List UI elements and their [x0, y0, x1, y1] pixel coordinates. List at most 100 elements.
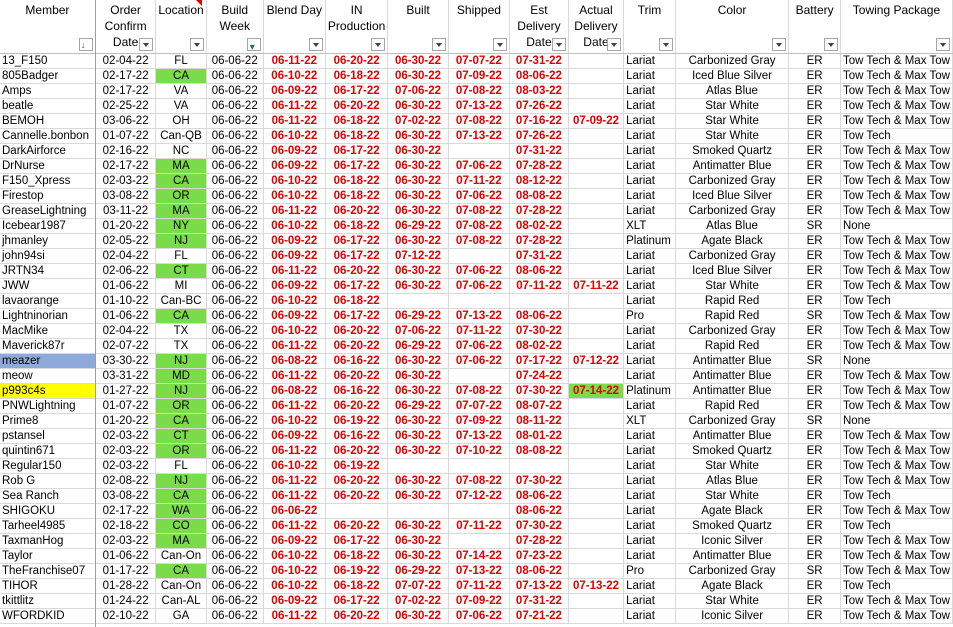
cell-color[interactable]: Carbonized Gray: [675, 203, 790, 219]
cell-location[interactable]: OR: [155, 188, 207, 204]
cell-blend-day[interactable]: 06-11-22: [263, 398, 326, 414]
cell-location[interactable]: Can-QB: [155, 128, 207, 144]
cell-towing-package[interactable]: None: [840, 218, 953, 234]
cell-towing-package[interactable]: Tow Tech & Max Tow: [840, 593, 953, 609]
cell-actual-delivery-date[interactable]: [568, 488, 625, 504]
cell-blend-day[interactable]: 06-08-22: [263, 353, 326, 369]
cell-blend-day[interactable]: 06-11-22: [263, 488, 326, 504]
cell-member[interactable]: meow: [0, 368, 96, 384]
cell-shipped[interactable]: 07-14-22: [448, 548, 511, 564]
cell-member[interactable]: Regular150: [0, 458, 96, 474]
cell-battery[interactable]: ER: [788, 68, 841, 84]
cell-blend-day[interactable]: 06-10-22: [263, 323, 326, 339]
cell-build-week[interactable]: 06-06-22: [206, 473, 264, 489]
cell-battery[interactable]: ER: [788, 248, 841, 264]
cell-build-week[interactable]: 06-06-22: [206, 83, 264, 99]
cell-battery[interactable]: ER: [788, 428, 841, 444]
cell-trim[interactable]: Lariat: [623, 428, 676, 444]
cell-actual-delivery-date[interactable]: [568, 533, 625, 549]
cell-battery[interactable]: SR: [788, 563, 841, 579]
cell-member[interactable]: Sea Ranch: [0, 488, 96, 504]
cell-shipped[interactable]: 07-08-22: [448, 203, 511, 219]
cell-battery[interactable]: ER: [788, 338, 841, 354]
cell-battery[interactable]: ER: [788, 473, 841, 489]
cell-battery[interactable]: ER: [788, 293, 841, 309]
cell-order-confirm-date[interactable]: 02-10-22: [95, 608, 157, 624]
cell-trim[interactable]: XLT: [623, 413, 676, 429]
cell-in-production[interactable]: 06-17-22: [325, 248, 389, 264]
cell-order-confirm-date[interactable]: 01-06-22: [95, 278, 157, 294]
cell-build-week[interactable]: 06-06-22: [206, 158, 264, 174]
cell-towing-package[interactable]: Tow Tech & Max Tow: [840, 308, 953, 324]
cell-member[interactable]: john94si: [0, 248, 96, 264]
cell-trim[interactable]: Lariat: [623, 143, 676, 159]
column-header-blend-day[interactable]: Blend Day: [263, 0, 326, 54]
cell-color[interactable]: Star White: [675, 278, 790, 294]
cell-blend-day[interactable]: 06-11-22: [263, 443, 326, 459]
cell-est-delivery-date[interactable]: 08-06-22: [509, 68, 569, 84]
cell-trim[interactable]: Lariat: [623, 473, 676, 489]
cell-battery[interactable]: ER: [788, 368, 841, 384]
cell-trim[interactable]: Lariat: [623, 488, 676, 504]
filter-dropdown-icon[interactable]: [431, 38, 446, 51]
cell-towing-package[interactable]: Tow Tech & Max Tow: [840, 503, 953, 519]
cell-towing-package[interactable]: Tow Tech & Max Tow: [840, 608, 953, 624]
cell-member[interactable]: beatle: [0, 98, 96, 114]
cell-location[interactable]: TX: [155, 338, 207, 354]
cell-trim[interactable]: Lariat: [623, 158, 676, 174]
cell-color[interactable]: Carbonized Gray: [675, 323, 790, 339]
cell-member[interactable]: MacMike: [0, 323, 96, 339]
cell-build-week[interactable]: 06-06-22: [206, 398, 264, 414]
cell-member[interactable]: Rob G: [0, 473, 96, 489]
cell-built[interactable]: 06-30-22: [387, 353, 449, 369]
cell-in-production[interactable]: 06-19-22: [325, 563, 389, 579]
cell-build-week[interactable]: 06-06-22: [206, 488, 264, 504]
cell-actual-delivery-date[interactable]: [568, 263, 625, 279]
cell-location[interactable]: OR: [155, 443, 207, 459]
cell-order-confirm-date[interactable]: 02-03-22: [95, 428, 157, 444]
cell-member[interactable]: SHIGOKU: [0, 503, 96, 519]
cell-towing-package[interactable]: Tow Tech & Max Tow: [840, 533, 953, 549]
cell-location[interactable]: CA: [155, 563, 207, 579]
cell-order-confirm-date[interactable]: 02-07-22: [95, 338, 157, 354]
cell-build-week[interactable]: 06-06-22: [206, 323, 264, 339]
cell-battery[interactable]: ER: [788, 98, 841, 114]
cell-shipped[interactable]: 07-06-22: [448, 353, 511, 369]
cell-trim[interactable]: Lariat: [623, 98, 676, 114]
cell-actual-delivery-date[interactable]: [568, 398, 625, 414]
cell-color[interactable]: Star White: [675, 113, 790, 129]
cell-est-delivery-date[interactable]: 07-31-22: [509, 53, 569, 69]
cell-est-delivery-date[interactable]: 07-28-22: [509, 233, 569, 249]
cell-battery[interactable]: ER: [788, 503, 841, 519]
cell-build-week[interactable]: 06-06-22: [206, 443, 264, 459]
column-header-trim[interactable]: Trim: [623, 0, 676, 54]
cell-towing-package[interactable]: Tow Tech & Max Tow: [840, 428, 953, 444]
cell-est-delivery-date[interactable]: 08-06-22: [509, 503, 569, 519]
cell-in-production[interactable]: 06-20-22: [325, 98, 389, 114]
cell-actual-delivery-date[interactable]: [568, 608, 625, 624]
cell-built[interactable]: 07-06-22: [387, 323, 449, 339]
cell-order-confirm-date[interactable]: 01-07-22: [95, 128, 157, 144]
cell-order-confirm-date[interactable]: 02-08-22: [95, 473, 157, 489]
cell-battery[interactable]: ER: [788, 548, 841, 564]
cell-in-production[interactable]: 06-20-22: [325, 443, 389, 459]
cell-location[interactable]: NJ: [155, 473, 207, 489]
cell-est-delivery-date[interactable]: 08-12-22: [509, 173, 569, 189]
cell-trim[interactable]: XLT: [623, 218, 676, 234]
cell-actual-delivery-date[interactable]: [568, 473, 625, 489]
cell-in-production[interactable]: 06-18-22: [325, 218, 389, 234]
cell-actual-delivery-date[interactable]: [568, 248, 625, 264]
cell-order-confirm-date[interactable]: 02-03-22: [95, 533, 157, 549]
cell-est-delivery-date[interactable]: 07-30-22: [509, 518, 569, 534]
cell-in-production[interactable]: 06-18-22: [325, 173, 389, 189]
cell-shipped[interactable]: 07-08-22: [448, 218, 511, 234]
cell-color[interactable]: Star White: [675, 593, 790, 609]
cell-battery[interactable]: ER: [788, 443, 841, 459]
column-header-location[interactable]: Location: [155, 0, 207, 54]
cell-actual-delivery-date[interactable]: [568, 563, 625, 579]
cell-actual-delivery-date[interactable]: [568, 593, 625, 609]
cell-blend-day[interactable]: 06-10-22: [263, 188, 326, 204]
cell-member[interactable]: TIHOR: [0, 578, 96, 594]
cell-member[interactable]: PNWLightning: [0, 398, 96, 414]
cell-blend-day[interactable]: 06-11-22: [263, 263, 326, 279]
